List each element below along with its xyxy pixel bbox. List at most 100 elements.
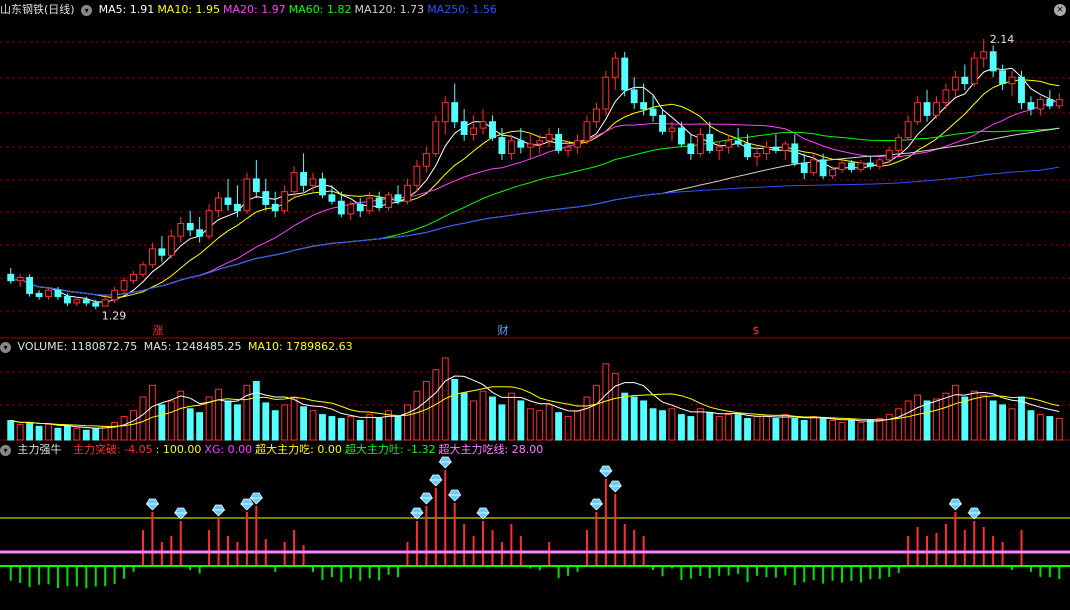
volume-bar — [923, 400, 931, 441]
volume-bar — [621, 392, 629, 441]
candle-up — [763, 146, 770, 155]
volume-bar — [848, 419, 855, 441]
candle-up — [583, 121, 591, 142]
candle-up — [885, 149, 893, 161]
candle-down — [1046, 98, 1054, 107]
low-price-label: 1.29 — [102, 309, 127, 322]
candle-up — [45, 289, 52, 298]
volume-bar — [451, 378, 459, 441]
volume-bar — [422, 380, 430, 441]
candle-down — [734, 140, 742, 145]
diamond-icon — [145, 498, 160, 511]
candle-up — [413, 165, 421, 186]
volume-bar — [63, 425, 71, 441]
candle-up — [441, 102, 449, 123]
candle-up — [668, 127, 676, 132]
candle-down — [224, 197, 232, 205]
candle-down — [186, 222, 194, 231]
volume-bar — [167, 400, 175, 441]
volume-bar — [234, 404, 241, 441]
volume-bar — [16, 423, 24, 441]
candle-down — [63, 296, 71, 304]
candle-up — [895, 137, 903, 151]
ma-line — [10, 99, 1060, 296]
candle-up — [781, 143, 789, 151]
candle-up — [592, 108, 600, 123]
diamond-icon — [599, 465, 613, 478]
volume-bar — [668, 408, 676, 441]
volume-bar — [659, 410, 666, 441]
diamond-icon — [428, 474, 443, 487]
volume-bar — [148, 384, 156, 441]
candle-up — [177, 222, 185, 237]
candle-up — [753, 153, 761, 158]
volume-bar — [252, 380, 260, 441]
candle-up — [281, 191, 289, 212]
volume-bar — [375, 418, 383, 441]
candle-up — [16, 276, 24, 282]
volume-bar — [989, 400, 997, 441]
volume-bar — [677, 414, 685, 441]
diamond-icon — [476, 507, 490, 520]
high-price-label: 2.14 — [990, 33, 1015, 46]
candle-down — [1018, 76, 1025, 104]
volume-bar — [262, 402, 270, 441]
candle-up — [829, 168, 836, 177]
candle-down — [923, 102, 931, 116]
volume-bar — [951, 384, 959, 441]
candle-down — [35, 292, 43, 298]
candle-down — [517, 140, 525, 148]
candle-up — [101, 299, 109, 307]
volume-bar — [1008, 408, 1016, 441]
candle-up — [715, 146, 723, 151]
candle-up — [1036, 98, 1044, 110]
diamond-icon — [608, 480, 623, 493]
candle-down — [356, 203, 364, 212]
candle-up — [574, 140, 581, 148]
volume-bar — [498, 404, 506, 441]
candle-down — [621, 57, 629, 91]
volume-bar — [611, 373, 619, 441]
candle-down — [630, 89, 638, 104]
candle-down — [999, 70, 1007, 85]
volume-bar — [687, 416, 695, 441]
volume-bar — [309, 410, 317, 441]
candle-up — [366, 197, 374, 212]
volume-bar — [640, 400, 648, 441]
volume-bar — [290, 396, 298, 441]
volume-bar — [130, 410, 137, 441]
volume-bar — [73, 427, 81, 441]
volume-bar — [725, 414, 733, 441]
volume-bar — [281, 404, 289, 441]
candle-up — [148, 248, 156, 266]
candle-down — [866, 162, 874, 167]
candle-up — [876, 159, 884, 167]
candle-down — [460, 121, 468, 135]
candle-up — [696, 133, 704, 155]
candle-down — [555, 133, 563, 151]
volume-bar — [753, 416, 761, 441]
volume-bar — [186, 408, 194, 441]
volume-bar — [564, 416, 572, 441]
candle-up — [810, 159, 818, 174]
candlestick-chart[interactable]: 涨 财 $ 2.14 1.29 — [0, 0, 1070, 610]
volume-bar — [54, 427, 62, 441]
candle-down — [659, 114, 666, 132]
candle-down — [1027, 102, 1035, 110]
candle-down — [92, 302, 100, 307]
volume-bar — [838, 421, 846, 441]
volume-bar — [914, 394, 922, 441]
candle-up — [564, 146, 572, 151]
candle-up — [215, 197, 222, 212]
volume-bar — [961, 396, 969, 441]
volume-bar — [800, 419, 808, 441]
candle-down — [649, 108, 657, 116]
candle-down — [26, 276, 34, 294]
volume-bar — [92, 427, 100, 441]
volume-bar — [394, 416, 402, 441]
candle-up — [970, 57, 978, 85]
candle-down — [677, 127, 685, 145]
volume-bar — [942, 392, 950, 441]
candle-up — [73, 299, 81, 304]
ma-line — [10, 67, 1060, 303]
